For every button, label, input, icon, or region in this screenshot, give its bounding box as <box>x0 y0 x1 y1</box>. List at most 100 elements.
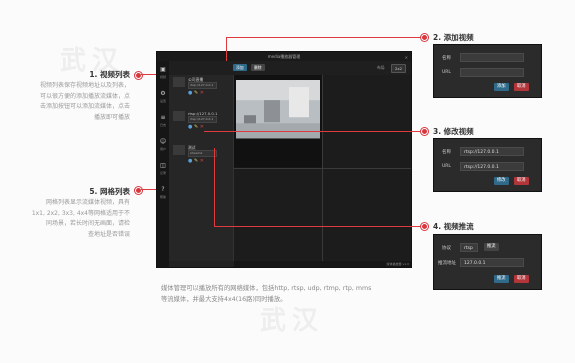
video-cell[interactable] <box>323 168 411 261</box>
status-bar: 媒体播放器 v1.0 <box>234 261 411 267</box>
push-address-input[interactable]: 127.0.0.1 <box>460 258 524 267</box>
playlist-item-actions: ● ✎ ✕ <box>188 124 204 130</box>
url-label: URL <box>442 164 451 169</box>
push-start-button[interactable]: 推流 <box>484 243 499 251</box>
annotation-video-push-title: 4. 视频推流 <box>433 222 474 231</box>
annotation-dot <box>421 223 428 230</box>
video-cell[interactable] <box>234 168 322 261</box>
annotation-line <box>226 37 421 38</box>
video-frame <box>234 75 322 168</box>
toolbar: 添加 删除 布局 2x2 <box>169 61 411 75</box>
annotation-line <box>141 74 157 75</box>
add-cancel-label: 取消 <box>517 84 526 89</box>
play-icon[interactable]: ● <box>188 90 192 96</box>
push-confirm-label: 推流 <box>497 276 506 281</box>
protocol-select[interactable]: rtsp <box>460 243 478 252</box>
protocol-select-value: rtsp <box>464 246 473 251</box>
video-grid <box>234 75 411 261</box>
delete-icon[interactable]: ✕ <box>200 158 204 164</box>
layout-label: 布局 <box>377 65 385 70</box>
delete-icon[interactable]: ✕ <box>200 90 204 96</box>
left-nav: ▣ 视频 ⚙ 设置 ≡ 日志 ☺ 用户 ◫ 记录 ? 帮助 <box>157 61 169 267</box>
playlist-item-url[interactable]: rtsp://127.0.0.1 <box>188 82 217 89</box>
nav-label: 帮助 <box>159 195 166 199</box>
window-title: media播放器管理 <box>267 54 301 59</box>
add-cancel-button[interactable]: 取消 <box>514 83 529 91</box>
video-thumb-icon <box>173 145 185 155</box>
edit-icon[interactable]: ✎ <box>194 90 198 96</box>
annotation-video-list-title: 1. 视频列表 <box>89 70 130 79</box>
nav-label: 日志 <box>159 123 166 127</box>
nav-label: 记录 <box>159 171 166 175</box>
user-nav-icon[interactable]: ☺ <box>158 137 168 147</box>
edit-cancel-button[interactable]: 取消 <box>514 177 529 185</box>
nav-label: 视频 <box>159 75 166 79</box>
edit-confirm-button[interactable]: 修改 <box>494 177 509 185</box>
add-url-input[interactable] <box>460 68 524 77</box>
edit-icon[interactable]: ✎ <box>194 124 198 130</box>
edit-name-input[interactable]: rtsp://127.0.0.1 <box>460 147 524 156</box>
help-nav-icon[interactable]: ? <box>158 185 168 195</box>
delete-icon[interactable]: ✕ <box>200 124 204 130</box>
video-thumb-icon <box>173 111 185 121</box>
name-label: 名称 <box>442 56 451 61</box>
protocol-label: 协议 <box>442 246 451 251</box>
playlist-panel: 公司直播 rtsp://127.0.0.1 ● ✎ ✕ rtsp://127.0… <box>169 75 234 261</box>
video-thumb-icon <box>173 77 185 87</box>
url-label: URL <box>442 70 451 75</box>
annotation-dot <box>421 34 428 41</box>
add-button-label: 添加 <box>236 65 244 70</box>
add-button[interactable]: 添加 <box>233 64 247 71</box>
push-confirm-button[interactable]: 推流 <box>494 275 509 283</box>
video-cell[interactable] <box>323 75 411 168</box>
edit-video-panel: 名称 rtsp://127.0.0.1 URL rtsp://127.0.0.1… <box>433 138 542 192</box>
annotation-line <box>204 131 421 132</box>
add-confirm-label: 添加 <box>497 84 506 89</box>
edit-confirm-label: 修改 <box>497 178 506 183</box>
delete-button[interactable]: 删除 <box>251 64 265 71</box>
playlist-item-url[interactable]: stream1 <box>188 150 217 157</box>
annotation-line <box>214 226 421 227</box>
edit-cancel-label: 取消 <box>517 178 526 183</box>
name-label: 名称 <box>442 150 451 155</box>
video-push-panel: 协议 rtsp 推流 推流地址 127.0.0.1 推流 取消 <box>433 234 542 290</box>
video-cell[interactable] <box>234 75 322 168</box>
nav-label: 设置 <box>159 99 166 103</box>
layout-select-value: 2x2 <box>395 66 403 71</box>
annotation-grid-list-title: 5. 网格列表 <box>89 187 130 196</box>
annotation-video-list-text: 视频列表保存视频地址以及列表， 可以很方便的添加播放流媒体，点 击添加按钮可以添… <box>39 82 130 121</box>
play-icon[interactable]: ● <box>188 124 192 130</box>
playlist-item-url[interactable]: rtsp://127.0.0.1 <box>188 116 217 123</box>
add-video-panel: 名称 URL 添加 取消 <box>433 44 542 98</box>
annotation-add-video-title: 2. 添加视频 <box>433 33 474 42</box>
media-player-window: media播放器管理 ✕ ▣ 视频 ⚙ 设置 ≡ 日志 ☺ 用户 ◫ 记录 ? … <box>156 51 412 268</box>
playlist-item[interactable]: 测试 stream1 ● ✎ ✕ <box>171 143 231 175</box>
playlist-item[interactable]: 公司直播 rtsp://127.0.0.1 ● ✎ ✕ <box>171 75 231 107</box>
record-nav-icon[interactable]: ◫ <box>158 161 168 171</box>
log-nav-icon[interactable]: ≡ <box>158 113 168 123</box>
play-icon[interactable]: ● <box>188 158 192 164</box>
description-text: 媒体管理可以播放所有的网络媒体，包括http, rtsp, udp, rtmp,… <box>161 285 372 303</box>
window-titlebar: media播放器管理 ✕ <box>157 52 411 61</box>
playlist-item-actions: ● ✎ ✕ <box>188 90 204 96</box>
delete-button-label: 删除 <box>254 65 262 70</box>
layout-select[interactable]: 2x2 <box>391 64 407 73</box>
push-cancel-button[interactable]: 取消 <box>514 275 529 283</box>
edit-icon[interactable]: ✎ <box>194 158 198 164</box>
video-nav-icon[interactable]: ▣ <box>158 65 168 75</box>
nav-label: 用户 <box>159 147 166 151</box>
watermark: 武汉 <box>260 306 325 336</box>
annotation-line <box>214 148 215 226</box>
annotation-dot <box>421 128 428 135</box>
push-start-label: 推流 <box>487 244 496 249</box>
push-address-label: 推流地址 <box>438 261 456 266</box>
add-confirm-button[interactable]: 添加 <box>494 83 509 91</box>
push-cancel-label: 取消 <box>517 276 526 281</box>
settings-nav-icon[interactable]: ⚙ <box>158 89 168 99</box>
add-name-input[interactable] <box>460 53 524 62</box>
annotation-edit-video-title: 3. 修改视频 <box>433 127 474 136</box>
annotation-line <box>226 37 227 61</box>
annotation-grid-list-text: 网格列表显示流媒体视频，具有 1x1, 2x2, 3x3, 4x4等网格适用于不… <box>31 199 130 238</box>
edit-url-input[interactable]: rtsp://127.0.0.1 <box>460 162 524 171</box>
playlist-item[interactable]: rtsp://127.0.0.1 rtsp://127.0.0.1 ● ✎ ✕ <box>171 109 231 141</box>
